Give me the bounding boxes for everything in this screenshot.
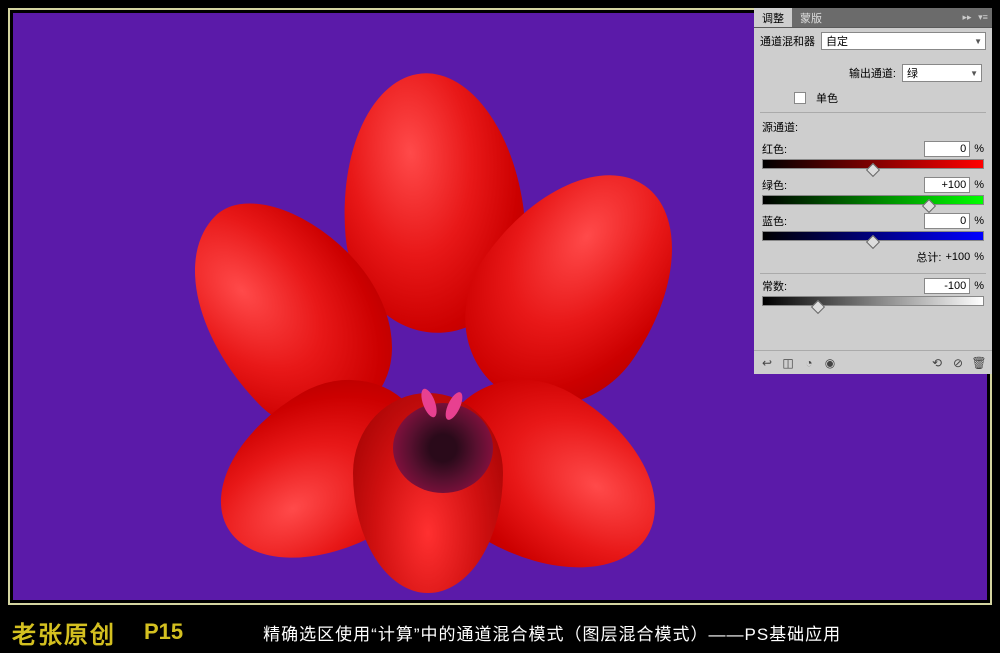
red-value-input[interactable]: 0	[924, 141, 970, 157]
total-value: +100	[945, 251, 970, 263]
panel-tabbar: 调整 蒙版 ▸▸ ▾≡	[754, 8, 992, 28]
page-title: 精确选区使用“计算”中的通道混合模式（图层混合模式）——PS基础应用	[263, 620, 841, 645]
red-slider[interactable]	[762, 159, 984, 171]
visibility-icon[interactable]: ◉	[821, 354, 839, 372]
red-label: 红色:	[762, 141, 924, 157]
panel-footer: ↩ ◫ ◔ ◉ ⟲ ⊘ 🗑	[754, 350, 992, 374]
preset-dropdown[interactable]: 自定	[821, 32, 986, 50]
blue-value-input[interactable]: 0	[924, 213, 970, 229]
monochrome-label: 单色	[816, 90, 838, 106]
tab-adjustments[interactable]: 调整	[754, 8, 792, 27]
output-channel-label: 输出通道:	[849, 65, 896, 81]
delete-icon[interactable]: 🗑	[970, 354, 988, 372]
adjustments-panel: 调整 蒙版 ▸▸ ▾≡ 通道混和器 自定 输出通道: 绿 单色 源通道: 红色:…	[754, 8, 992, 374]
constant-slider[interactable]	[762, 296, 984, 308]
reset-icon[interactable]: ⊘	[949, 354, 967, 372]
output-channel-dropdown[interactable]: 绿	[902, 64, 982, 82]
channel-mixer-label: 通道混和器	[760, 33, 815, 49]
source-channels-label: 源通道:	[762, 122, 798, 134]
clip-layer-icon[interactable]: ◔	[800, 354, 818, 372]
panel-collapse-icon[interactable]: ▸▸	[960, 12, 974, 23]
constant-value-input[interactable]: -100	[924, 278, 970, 294]
author-label: 老张原创	[12, 615, 116, 650]
pct-label: %	[974, 215, 984, 227]
blue-label: 蓝色:	[762, 213, 924, 229]
pct-label: %	[974, 251, 984, 263]
previous-state-icon[interactable]: ⟲	[928, 354, 946, 372]
monochrome-checkbox[interactable]	[794, 92, 806, 104]
green-value-input[interactable]: +100	[924, 177, 970, 193]
pct-label: %	[974, 143, 984, 155]
tab-masks[interactable]: 蒙版	[792, 8, 830, 27]
constant-label: 常数:	[762, 278, 924, 294]
footer-bar: 老张原创 P15 精确选区使用“计算”中的通道混合模式（图层混合模式）——PS基…	[0, 611, 1000, 653]
green-label: 绿色:	[762, 177, 924, 193]
expand-view-icon[interactable]: ◫	[779, 354, 797, 372]
total-label: 总计:	[916, 249, 941, 265]
return-arrow-icon[interactable]: ↩	[758, 354, 776, 372]
green-slider[interactable]	[762, 195, 984, 207]
pct-label: %	[974, 179, 984, 191]
panel-menu-icon[interactable]: ▾≡	[976, 12, 990, 23]
blue-slider[interactable]	[762, 231, 984, 243]
flower-image	[183, 73, 683, 593]
pct-label: %	[974, 280, 984, 292]
page-number: P15	[144, 619, 183, 645]
